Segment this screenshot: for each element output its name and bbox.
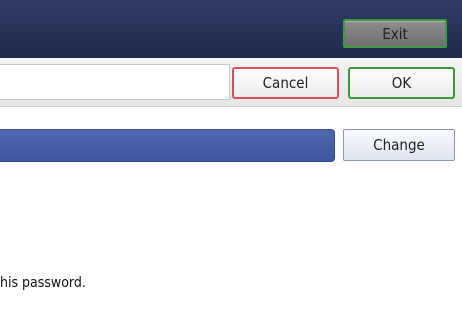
change-button[interactable]: Change (343, 129, 455, 161)
password-field[interactable] (0, 129, 335, 162)
exit-button[interactable]: Exit (343, 19, 447, 48)
instruction-text: his password. (0, 275, 86, 291)
ok-button[interactable]: OK (348, 67, 455, 99)
screen: Exit Cancel OK Change his password. (0, 0, 462, 331)
cancel-button[interactable]: Cancel (232, 67, 339, 99)
toolbar-left-panel (0, 64, 230, 100)
header-bar: Exit (0, 0, 462, 58)
